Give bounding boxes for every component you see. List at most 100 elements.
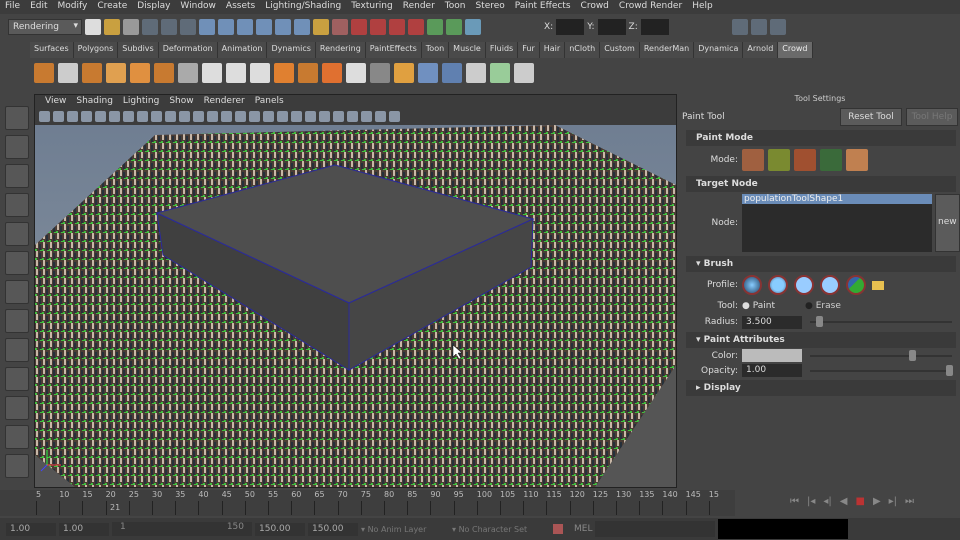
viewport-menu-view[interactable]: View [40, 95, 71, 108]
end-time-field[interactable]: 150.00 [308, 522, 358, 536]
viewport-menu-renderer[interactable]: Renderer [199, 95, 250, 108]
viewport-tool-icon[interactable] [151, 110, 162, 122]
new-node-button[interactable]: new [935, 194, 960, 252]
menu-toon[interactable]: Toon [440, 0, 471, 14]
open-scene-icon[interactable] [104, 19, 120, 35]
shelf-tab-subdivs[interactable]: Subdivs [118, 42, 159, 58]
shelf-tool-icon[interactable] [418, 63, 438, 83]
go-to-start-icon[interactable]: ⏮ [790, 496, 799, 507]
shelf-tool-icon[interactable] [34, 63, 54, 83]
snap-plane-icon[interactable] [256, 19, 272, 35]
paint-mode-orient-icon[interactable] [820, 149, 842, 171]
paint-mode-place-icon[interactable] [742, 149, 764, 171]
snap-surface-icon[interactable] [275, 19, 291, 35]
viewport-tool-icon[interactable] [375, 110, 386, 122]
paint-attributes-header[interactable]: ▾ Paint Attributes [686, 332, 956, 348]
shelf-tab-dynamica[interactable]: Dynamica [694, 42, 744, 58]
menu-file[interactable]: File [0, 0, 25, 14]
menu-render[interactable]: Render [398, 0, 440, 14]
save-scene-icon[interactable] [123, 19, 139, 35]
shelf-tool-icon[interactable] [178, 63, 198, 83]
folder-icon[interactable] [872, 280, 884, 290]
paint-select-icon[interactable] [5, 164, 29, 188]
y-field[interactable] [597, 19, 626, 35]
shelf-tab-arnold[interactable]: Arnold [743, 42, 779, 58]
menu-modify[interactable]: Modify [53, 0, 93, 14]
viewport-tool-icon[interactable] [179, 110, 190, 122]
character-set-dropdown[interactable]: ▾ No Character Set [452, 525, 550, 534]
shelf-tab-crowd[interactable]: Crowd [778, 42, 813, 58]
tool-settings-icon[interactable] [750, 19, 767, 35]
shelf-tool-icon[interactable] [58, 63, 78, 83]
snap-grid-icon[interactable] [199, 19, 215, 35]
menu-texturing[interactable]: Texturing [346, 0, 398, 14]
menu-assets[interactable]: Assets [221, 0, 260, 14]
menu-stereo[interactable]: Stereo [470, 0, 509, 14]
viewport-tool-icon[interactable] [263, 110, 274, 122]
shelf-tool-icon[interactable] [490, 63, 510, 83]
shelf-tool-icon[interactable] [514, 63, 534, 83]
shelf-tool-icon[interactable] [130, 63, 150, 83]
step-back-frame-icon[interactable]: ◂| [823, 496, 831, 507]
viewport-tool-icon[interactable] [39, 110, 50, 122]
viewport-tool-icon[interactable] [95, 110, 106, 122]
go-to-end-icon[interactable]: ⏭ [905, 496, 914, 507]
shelf-tab-hair[interactable]: Hair [539, 42, 566, 58]
stop-icon[interactable]: ■ [855, 496, 864, 507]
shelf-tool-icon[interactable] [370, 63, 390, 83]
color-slider[interactable] [810, 349, 952, 361]
snap-curve-icon[interactable] [218, 19, 234, 35]
node-item[interactable]: populationToolShape1 [742, 194, 932, 204]
render-icon[interactable] [351, 19, 367, 35]
help-icon[interactable] [294, 19, 310, 35]
shelf-tool-icon[interactable] [298, 63, 318, 83]
select-component-icon[interactable] [180, 19, 196, 35]
viewport-tool-icon[interactable] [249, 110, 260, 122]
scale-tool-icon[interactable] [5, 251, 29, 275]
z-field[interactable] [640, 19, 669, 35]
menu-window[interactable]: Window [175, 0, 221, 14]
paint-radio[interactable]: ● Paint [742, 301, 775, 311]
viewport-tool-icon[interactable] [361, 110, 372, 122]
viewport-tool-icon[interactable] [165, 110, 176, 122]
shelf-tool-icon[interactable] [250, 63, 270, 83]
viewport-tool-icon[interactable] [193, 110, 204, 122]
profile-hard-icon[interactable] [794, 275, 814, 295]
reset-tool-button[interactable]: Reset Tool [840, 108, 902, 126]
command-line[interactable] [595, 521, 716, 537]
viewport-menu-show[interactable]: Show [164, 95, 198, 108]
shelf-tab-rendering[interactable]: Rendering [315, 42, 366, 58]
shelf-tab-renderman[interactable]: RenderMan [639, 42, 695, 58]
shelf-tab-polygons[interactable]: Polygons [73, 42, 119, 58]
profile-image-icon[interactable] [846, 275, 866, 295]
paint-mode-header[interactable]: Paint Mode [686, 130, 956, 146]
shelf-tab-fur[interactable]: Fur [518, 42, 540, 58]
node-list[interactable]: populationToolShape1 [742, 194, 932, 252]
anim-end-field[interactable]: 150.00 [255, 522, 305, 536]
move-tool-icon[interactable] [5, 193, 29, 217]
input-ops-icon[interactable] [427, 19, 443, 35]
shelf-tab-animation[interactable]: Animation [217, 42, 268, 58]
paint-tool-icon[interactable] [5, 338, 29, 362]
ipr-render-icon[interactable] [370, 19, 386, 35]
select-object-icon[interactable] [161, 19, 177, 35]
channel-box-icon[interactable] [731, 19, 748, 35]
layer-editor-icon[interactable] [769, 19, 786, 35]
viewport-tool-icon[interactable] [291, 110, 302, 122]
paint-mode-remove-icon[interactable] [794, 149, 816, 171]
shelf-tab-toon[interactable]: Toon [421, 42, 450, 58]
menu-crowd-render[interactable]: Crowd Render [614, 0, 687, 14]
display-header[interactable]: ▸ Display [686, 380, 956, 396]
shelf-tool-icon[interactable] [82, 63, 102, 83]
opacity-field[interactable]: 1.00 [742, 364, 802, 377]
viewport-tool-icon[interactable] [277, 110, 288, 122]
radius-field[interactable]: 3.500 [742, 315, 802, 329]
shelf-tool-icon[interactable] [442, 63, 462, 83]
menu-crowd[interactable]: Crowd [576, 0, 614, 14]
shelf-tab-fluids[interactable]: Fluids [485, 42, 519, 58]
step-back-key-icon[interactable]: |◂ [807, 496, 815, 507]
viewport-tool-icon[interactable] [333, 110, 344, 122]
paint-mode-weights-icon[interactable] [768, 149, 790, 171]
x-field[interactable] [556, 19, 585, 35]
shelf-tab-surfaces[interactable]: Surfaces [30, 42, 74, 58]
